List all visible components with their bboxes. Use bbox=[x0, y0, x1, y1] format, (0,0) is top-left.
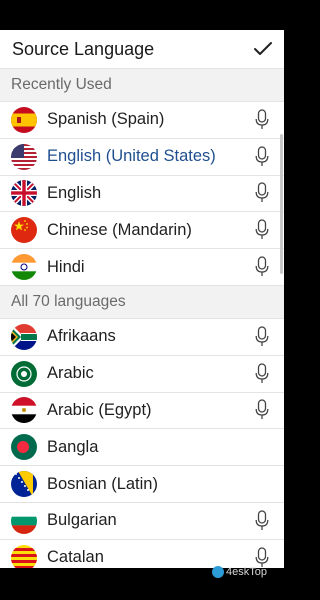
watermark-text: 4eskTop bbox=[226, 566, 267, 578]
language-label: Spanish (Spain) bbox=[47, 110, 165, 129]
spain-flag-icon bbox=[11, 106, 37, 133]
egypt-flag-icon bbox=[11, 397, 37, 424]
microphone-icon bbox=[254, 326, 270, 348]
microphone-icon bbox=[254, 256, 270, 278]
language-row[interactable]: English bbox=[0, 176, 284, 213]
microphone-icon bbox=[254, 510, 270, 532]
microphone-icon bbox=[254, 547, 270, 568]
usa-flag-icon bbox=[11, 143, 37, 170]
language-label: Arabic bbox=[47, 364, 94, 383]
microphone-icon bbox=[254, 182, 270, 204]
section-header-all: All 70 languages bbox=[0, 285, 284, 319]
india-flag-icon bbox=[11, 254, 37, 281]
language-row[interactable]: Bulgarian bbox=[0, 503, 284, 540]
all-language-list: Afrikaans Arabic Arabic (Egypt) Bangla Bosni… bbox=[0, 319, 284, 568]
language-label: Hindi bbox=[47, 257, 85, 276]
language-row[interactable]: Bosnian (Latin) bbox=[0, 466, 284, 503]
language-label: Arabic (Egypt) bbox=[47, 400, 152, 419]
microphone-icon bbox=[254, 219, 270, 241]
page-title: Source Language bbox=[12, 38, 155, 59]
status-bar bbox=[0, 0, 284, 30]
language-row[interactable]: Afrikaans bbox=[0, 319, 284, 356]
language-row[interactable]: Bangla bbox=[0, 429, 284, 467]
language-label: Bosnian (Latin) bbox=[47, 474, 158, 493]
language-row[interactable]: Hindi bbox=[0, 249, 284, 286]
language-label: Catalan bbox=[47, 548, 104, 567]
checkmark-icon[interactable] bbox=[252, 38, 274, 60]
language-row[interactable]: Spanish (Spain) bbox=[0, 102, 284, 139]
china-flag-icon bbox=[11, 217, 37, 244]
microphone-icon bbox=[254, 363, 270, 385]
language-row[interactable]: English (United States) bbox=[0, 139, 284, 176]
section-header-recent: Recently Used bbox=[0, 69, 284, 102]
scrollbar[interactable] bbox=[280, 134, 283, 274]
language-label: Chinese (Mandarin) bbox=[47, 220, 192, 239]
watermark-logo-icon bbox=[212, 566, 224, 578]
header: Source Language bbox=[0, 30, 284, 69]
arab-league-flag-icon bbox=[11, 360, 37, 387]
bosnia-flag-icon bbox=[11, 471, 37, 498]
language-label: English (United States) bbox=[47, 147, 216, 166]
language-label: Afrikaans bbox=[47, 327, 116, 346]
language-label: Bangla bbox=[47, 437, 99, 456]
microphone-icon bbox=[254, 146, 270, 168]
language-row[interactable]: Arabic bbox=[0, 356, 284, 393]
bangladesh-flag-icon bbox=[11, 434, 37, 461]
language-label: Bulgarian bbox=[47, 511, 117, 530]
language-row[interactable]: Catalan bbox=[0, 540, 284, 568]
bulgaria-flag-icon bbox=[11, 507, 37, 534]
watermark: 4eskTop bbox=[212, 566, 267, 578]
recent-language-list: Spanish (Spain) English (United States) En… bbox=[0, 102, 284, 286]
language-picker-sheet: Source Language Recently Used Spanish (S… bbox=[0, 30, 284, 568]
language-row[interactable]: Arabic (Egypt) bbox=[0, 393, 284, 430]
uk-flag-icon bbox=[11, 180, 37, 207]
language-label: English bbox=[47, 183, 102, 202]
south-africa-flag-icon bbox=[11, 323, 37, 350]
language-row[interactable]: Chinese (Mandarin) bbox=[0, 212, 284, 250]
catalonia-flag-icon bbox=[11, 544, 37, 568]
microphone-icon bbox=[254, 399, 270, 421]
microphone-icon bbox=[254, 109, 270, 131]
